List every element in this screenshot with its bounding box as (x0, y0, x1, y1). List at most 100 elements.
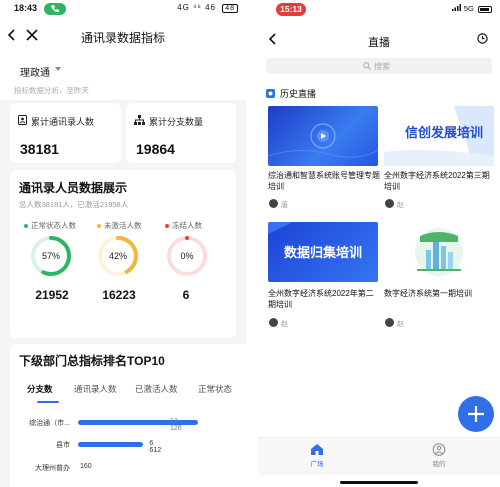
search-input[interactable]: 搜索 (266, 58, 492, 74)
ranking-label: 大理州普办 (35, 465, 70, 472)
legend-dot (24, 224, 28, 229)
status-icons: 5G (451, 4, 492, 13)
org-name[interactable]: 理政通 (20, 64, 50, 79)
legend-dot (165, 224, 169, 229)
legend-inactive: 未激活人数 (97, 220, 142, 231)
avatar (269, 318, 278, 327)
divider (246, 0, 258, 487)
legend-normal: 正常状态人数 (24, 220, 76, 231)
live-thumbnail[interactable] (384, 222, 494, 282)
live-item-title[interactable]: 全州数字经济系统2022年第二期培训 (268, 288, 380, 310)
gauge-normal: 57% (29, 234, 73, 283)
tab-normal[interactable]: 正常状态 (198, 383, 232, 395)
org-selector[interactable]: 理政通 指标数据分析，至昨天 (0, 54, 246, 100)
history-icon (266, 89, 275, 98)
history-label: 历史直播 (280, 89, 317, 99)
stat-label: 累计分支数量 (149, 117, 204, 127)
gauge-frozen: 0% (165, 234, 209, 283)
battery-icon (478, 5, 492, 13)
status-time: 15:13 (276, 3, 306, 16)
display-card: 通讯录人员数据展示 总人数38181人，已激活21958人 正常状态人数 未激活… (10, 170, 236, 338)
live-item-author: 赵 (397, 321, 404, 328)
bottom-tab-bar: 广场 我的 (258, 437, 500, 475)
ranking-card: 下级部门总指标排名TOP10 分支数 通讯录人数 已激活人数 正常状态 综治通（… (10, 344, 246, 487)
section-title: 通讯录人员数据展示 (19, 181, 128, 195)
gauge-ring: 0% (167, 236, 207, 276)
tab-underline (37, 401, 59, 403)
live-item-title[interactable]: 数字经济系统第一期培训 (384, 288, 496, 299)
legend-label: 冻结人数 (172, 221, 202, 230)
tab-mine[interactable]: 我的 (419, 443, 459, 468)
tab-contacts[interactable]: 通讯录人数 (74, 383, 117, 395)
ranking-label: 县市 (56, 442, 70, 449)
gauge-ring: 42% (98, 236, 138, 276)
plus-icon (468, 406, 484, 422)
stat-card-contacts: 累计通讯录人数 38181 (10, 103, 121, 163)
org-subtitle: 指标数据分析，至昨天 (14, 86, 89, 95)
add-live-button[interactable] (458, 396, 494, 432)
call-indicator (44, 3, 66, 15)
stat-value: 38181 (20, 141, 59, 157)
page-title: 通讯录数据指标 (80, 31, 165, 45)
thumbnail-art (268, 123, 378, 158)
live-item-title[interactable]: 综治通和智慧系统账号管理专题培训 (268, 170, 380, 192)
clock-icon[interactable] (477, 33, 488, 44)
tab-plaza[interactable]: 广场 (297, 443, 337, 468)
profile-icon (432, 443, 446, 456)
status-time: 18:43 (14, 3, 38, 13)
gauge-ring: 57% (31, 236, 71, 276)
stat-label: 累计通讯录人数 (31, 117, 95, 127)
ranking-value: 160 (80, 463, 92, 470)
live-item-author: 赵 (397, 202, 404, 209)
top-nav: 直播 (258, 26, 500, 54)
live-item-author: 赵 (281, 321, 288, 328)
top-nav: 通讯录数据指标 (0, 18, 246, 54)
gauge-inactive: 42% (96, 234, 140, 283)
status-bar: 15:13 5G (258, 0, 500, 18)
dropdown-arrow-icon[interactable] (55, 67, 61, 72)
gauge-percent: 42% (109, 251, 127, 261)
gauge-value: 21952 (35, 288, 69, 302)
home-indicator (340, 481, 418, 484)
section-subtitle: 总人数38181人，已激活21958人 (19, 200, 129, 209)
thumbnail-text: 数据归集培训 (284, 245, 362, 260)
live-item-title[interactable]: 全州数字经济系统2022第三期培训 (384, 170, 496, 192)
gauge-percent: 57% (42, 251, 60, 261)
users-icon (18, 115, 27, 125)
status-bar: 18:43 4G ⁴⁶ 46 48 (0, 0, 246, 18)
search-placeholder: 搜索 (374, 62, 390, 71)
live-thumbnail[interactable]: 数据归集培训 (268, 222, 378, 282)
ranking-tabs: 分支数 通讯录人数 已激活人数 正常状态 (10, 377, 246, 403)
live-item-author: 唐 (281, 202, 288, 209)
page-title: 直播 (368, 37, 390, 49)
stat-value: 19864 (136, 141, 175, 157)
tab-label: 我的 (432, 461, 446, 468)
ranking-bar (78, 442, 144, 447)
battery-icon: 48 (222, 4, 238, 13)
thumbnail-art (415, 228, 463, 276)
gauge-value: 16223 (102, 288, 136, 302)
gauge-value: 6 (182, 288, 190, 302)
status-icons: 4G ⁴⁶ 46 48 (177, 3, 238, 13)
avatar (269, 199, 278, 208)
section-title: 下级部门总指标排名TOP10 (19, 354, 165, 368)
legend-label: 未激活人数 (104, 221, 142, 230)
network-text: 5G (463, 4, 474, 13)
ranking-value: 6 612 (149, 440, 162, 454)
tab-activated[interactable]: 已激活人数 (135, 383, 178, 395)
phone-icon (51, 5, 59, 13)
signal-text: 4G ⁴⁶ 46 (177, 3, 216, 12)
signal-icon (451, 4, 461, 11)
tab-branches[interactable]: 分支数 (27, 383, 53, 395)
ranking-label: 综治通（市... (29, 420, 70, 427)
tab-label: 广场 (310, 461, 324, 468)
avatar (385, 199, 394, 208)
live-thumbnail[interactable]: 信创发展培训 (384, 106, 494, 166)
thumbnail-art: 数据归集培训 (268, 222, 362, 260)
avatar (385, 318, 394, 327)
live-thumbnail[interactable] (268, 106, 378, 166)
legend-dot (97, 224, 101, 229)
gauge-percent: 0% (180, 251, 193, 261)
search-icon (363, 62, 371, 70)
thumbnail-art: 信创发展培训 (384, 106, 494, 166)
